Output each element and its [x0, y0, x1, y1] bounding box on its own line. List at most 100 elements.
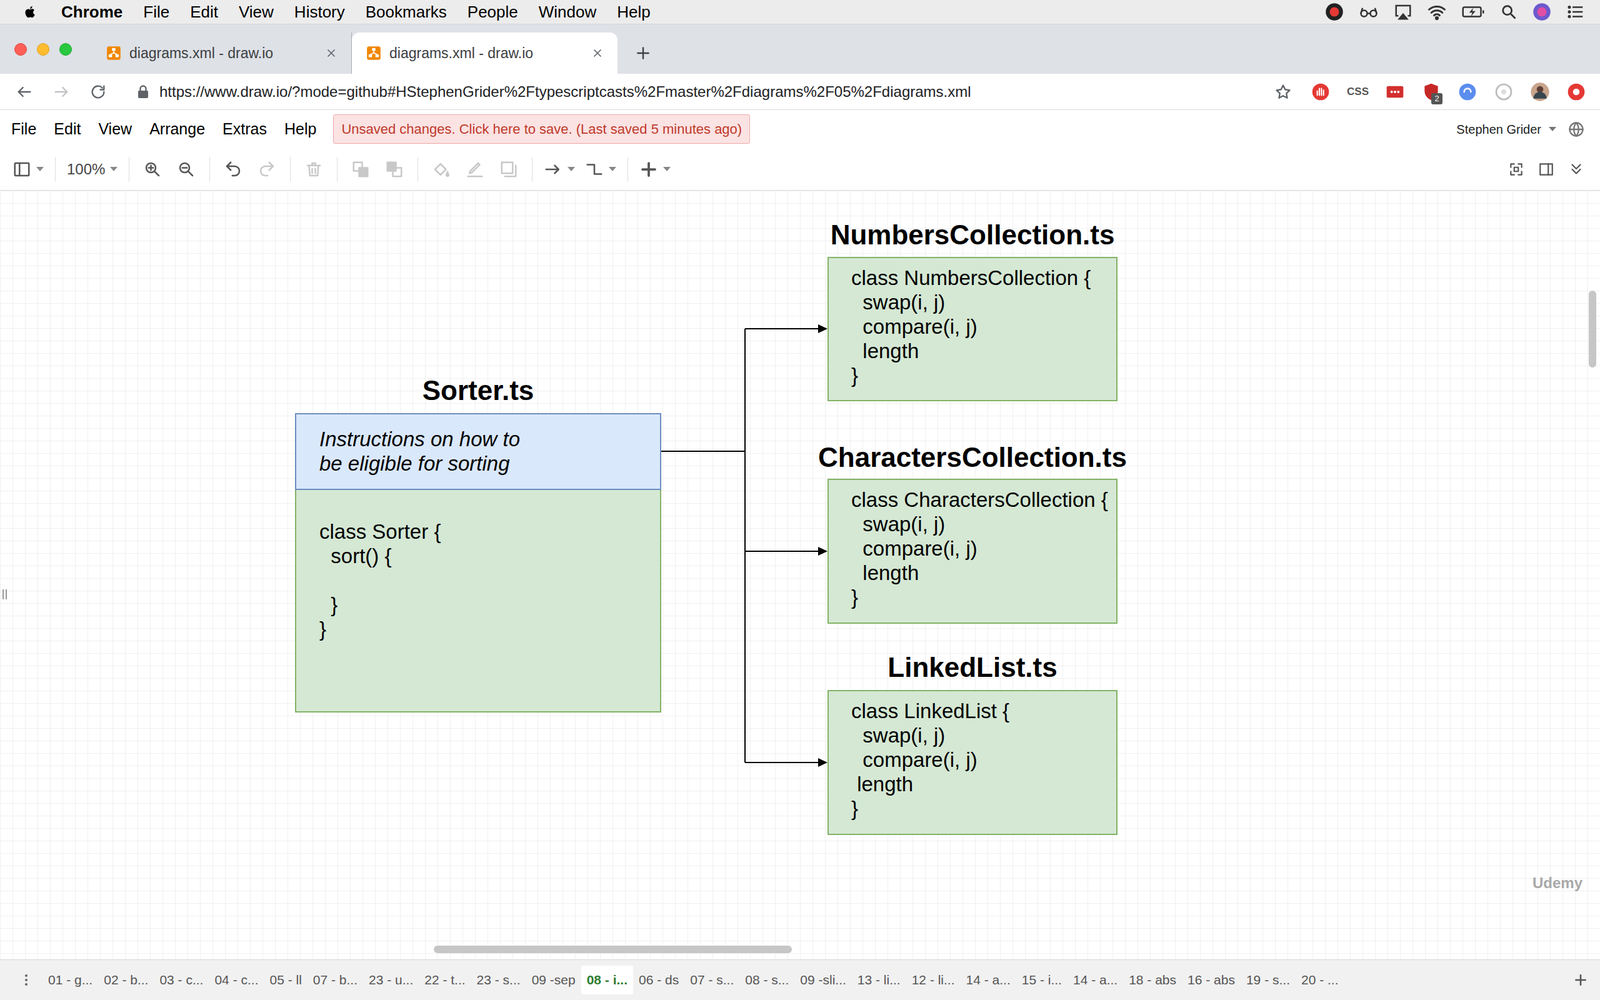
wifi-icon[interactable] [1427, 2, 1447, 22]
drawio-menu-item[interactable]: File [11, 117, 37, 142]
reload-button[interactable] [89, 83, 107, 101]
node-title[interactable]: Sorter.ts [295, 375, 662, 407]
vertical-scrollbar[interactable] [1588, 290, 1597, 368]
page-tab[interactable]: 13 - li... [851, 965, 907, 995]
menu-item[interactable]: File [143, 0, 170, 25]
collection-node[interactable]: class NumbersCollection { swap(i, j) com… [827, 256, 1118, 402]
drawio-menu-item[interactable]: View [98, 117, 132, 142]
collapse-button[interactable] [1563, 155, 1589, 184]
node-title[interactable]: CharactersCollection.ts [785, 441, 1160, 474]
undo-button[interactable] [216, 152, 250, 187]
menu-item[interactable]: Bookmarks [365, 0, 447, 25]
menu-item[interactable]: Edit [190, 0, 219, 25]
close-tab-icon[interactable] [591, 46, 604, 60]
grey-extension-button[interactable] [1493, 81, 1514, 102]
insert-button[interactable] [634, 152, 676, 187]
language-globe-icon[interactable] [1567, 120, 1585, 139]
css-extension-button[interactable]: CSS [1346, 82, 1369, 102]
redo-button[interactable] [250, 152, 284, 187]
page-tab[interactable]: 16 - abs [1181, 965, 1241, 995]
dropdown-arrow[interactable] [110, 166, 118, 172]
bookmark-star-icon[interactable] [1274, 83, 1292, 101]
dropdown-arrow[interactable] [663, 166, 671, 172]
page-tab[interactable]: 14 - a... [960, 965, 1017, 995]
format-button[interactable] [7, 152, 49, 187]
page-tab[interactable]: 22 - t... [418, 965, 471, 995]
menu-item[interactable]: View [238, 0, 274, 25]
close-window-button[interactable] [14, 43, 27, 56]
menu-item[interactable]: Window [538, 0, 597, 25]
shield-extension-button[interactable]: 2 [1421, 81, 1442, 102]
menu-item[interactable]: Help [616, 0, 650, 25]
sorter-header[interactable]: Instructions on how tobe eligible for so… [295, 413, 662, 490]
drawio-menu-item[interactable]: Extras [222, 117, 267, 142]
connector-arrow[interactable] [745, 758, 828, 767]
sorter-body[interactable]: class Sorter { sort() { }} [295, 490, 662, 713]
page-tab[interactable]: 07 - s... [684, 965, 740, 995]
page-tab[interactable]: 06 - ds [633, 965, 685, 995]
collection-node[interactable]: class CharactersCollection { swap(i, j) … [827, 478, 1118, 624]
page-tab[interactable]: 15 - i... [1016, 965, 1068, 995]
user-dropdown-arrow[interactable] [1548, 126, 1557, 132]
node-title[interactable]: LinkedList.ts [785, 651, 1160, 684]
user-name[interactable]: Stephen Grider [1456, 120, 1542, 139]
waypoint-button[interactable] [580, 152, 622, 187]
page-tab[interactable]: 05 - ll [263, 965, 307, 995]
avatar-extension-button[interactable] [1530, 81, 1550, 102]
drawio-menu-item[interactable]: Arrange [149, 117, 205, 142]
shadow-button[interactable] [491, 152, 526, 187]
app-menu[interactable]: Chrome [61, 0, 123, 25]
page-tab[interactable]: 14 - a... [1067, 965, 1124, 995]
zoom-window-button[interactable] [59, 43, 72, 56]
sorter-node[interactable]: Instructions on how tobe eligible for so… [295, 413, 662, 713]
drawio-menu-item[interactable]: Help [284, 117, 317, 142]
forward-button[interactable] [52, 83, 70, 101]
panel-button[interactable] [1533, 155, 1559, 184]
diagram-canvas[interactable]: Sorter.ts Instructions on how tobe eligib… [0, 190, 1600, 960]
zoomlevel-button[interactable]: 100% [61, 152, 123, 187]
zoomin-button[interactable] [135, 152, 170, 187]
new-tab-plus-icon[interactable] [635, 45, 652, 62]
fill-button[interactable] [424, 152, 459, 187]
delete-button[interactable] [296, 152, 331, 187]
siri-icon[interactable] [1532, 2, 1552, 22]
page-tab[interactable]: 20 - ... [1295, 965, 1345, 995]
page-tab[interactable]: 04 - c... [208, 965, 264, 995]
connector-arrow[interactable] [745, 324, 828, 334]
zoomout-button[interactable] [169, 152, 204, 187]
front-button[interactable] [343, 152, 378, 187]
box-extension-button[interactable] [1385, 81, 1405, 102]
page-tab[interactable]: 23 - s... [471, 965, 527, 995]
glasses-icon[interactable] [1358, 2, 1379, 22]
horizontal-scrollbar[interactable] [433, 945, 792, 954]
apple-icon[interactable] [23, 3, 38, 20]
page-tab[interactable]: 01 - g... [42, 965, 99, 995]
blue-extension-button[interactable] [1457, 81, 1478, 102]
record-extension-button[interactable] [1566, 81, 1587, 102]
connector-arrow[interactable] [745, 546, 828, 556]
page-tab[interactable]: 09 -sli... [794, 965, 852, 995]
notification-center-icon[interactable] [1566, 2, 1585, 22]
page-tab[interactable]: 03 - c... [153, 965, 209, 995]
page-tab[interactable]: 08 - s... [739, 965, 795, 995]
spotlight-search-icon[interactable] [1500, 3, 1518, 21]
page-tab[interactable]: 07 - b... [307, 965, 364, 995]
unsaved-changes-notice[interactable]: Unsaved changes. Click here to save. (La… [333, 114, 750, 144]
page-tab[interactable]: 09 -sep [526, 965, 582, 995]
creative-cloud-icon[interactable] [1325, 2, 1344, 22]
back-button[interactable] [377, 152, 412, 187]
lock-icon[interactable] [136, 84, 150, 100]
page-tab[interactable]: 02 - b... [98, 965, 154, 995]
menu-item[interactable]: History [294, 0, 345, 25]
pages-menu-icon[interactable] [18, 971, 34, 989]
line-button[interactable] [458, 152, 492, 187]
sidebar-handle[interactable] [2, 589, 7, 600]
browser-tab[interactable]: diagrams.xml - draw.io [351, 32, 618, 74]
dropdown-arrow[interactable] [608, 166, 617, 172]
minimize-window-button[interactable] [36, 43, 50, 56]
drawio-menu-item[interactable]: Edit [53, 117, 81, 142]
close-tab-icon[interactable] [325, 46, 338, 60]
omnibox[interactable]: https://www.draw.io/?mode=github#HStephe… [136, 80, 1311, 104]
dropdown-arrow[interactable] [36, 166, 44, 172]
node-title[interactable]: NumbersCollection.ts [785, 219, 1160, 251]
